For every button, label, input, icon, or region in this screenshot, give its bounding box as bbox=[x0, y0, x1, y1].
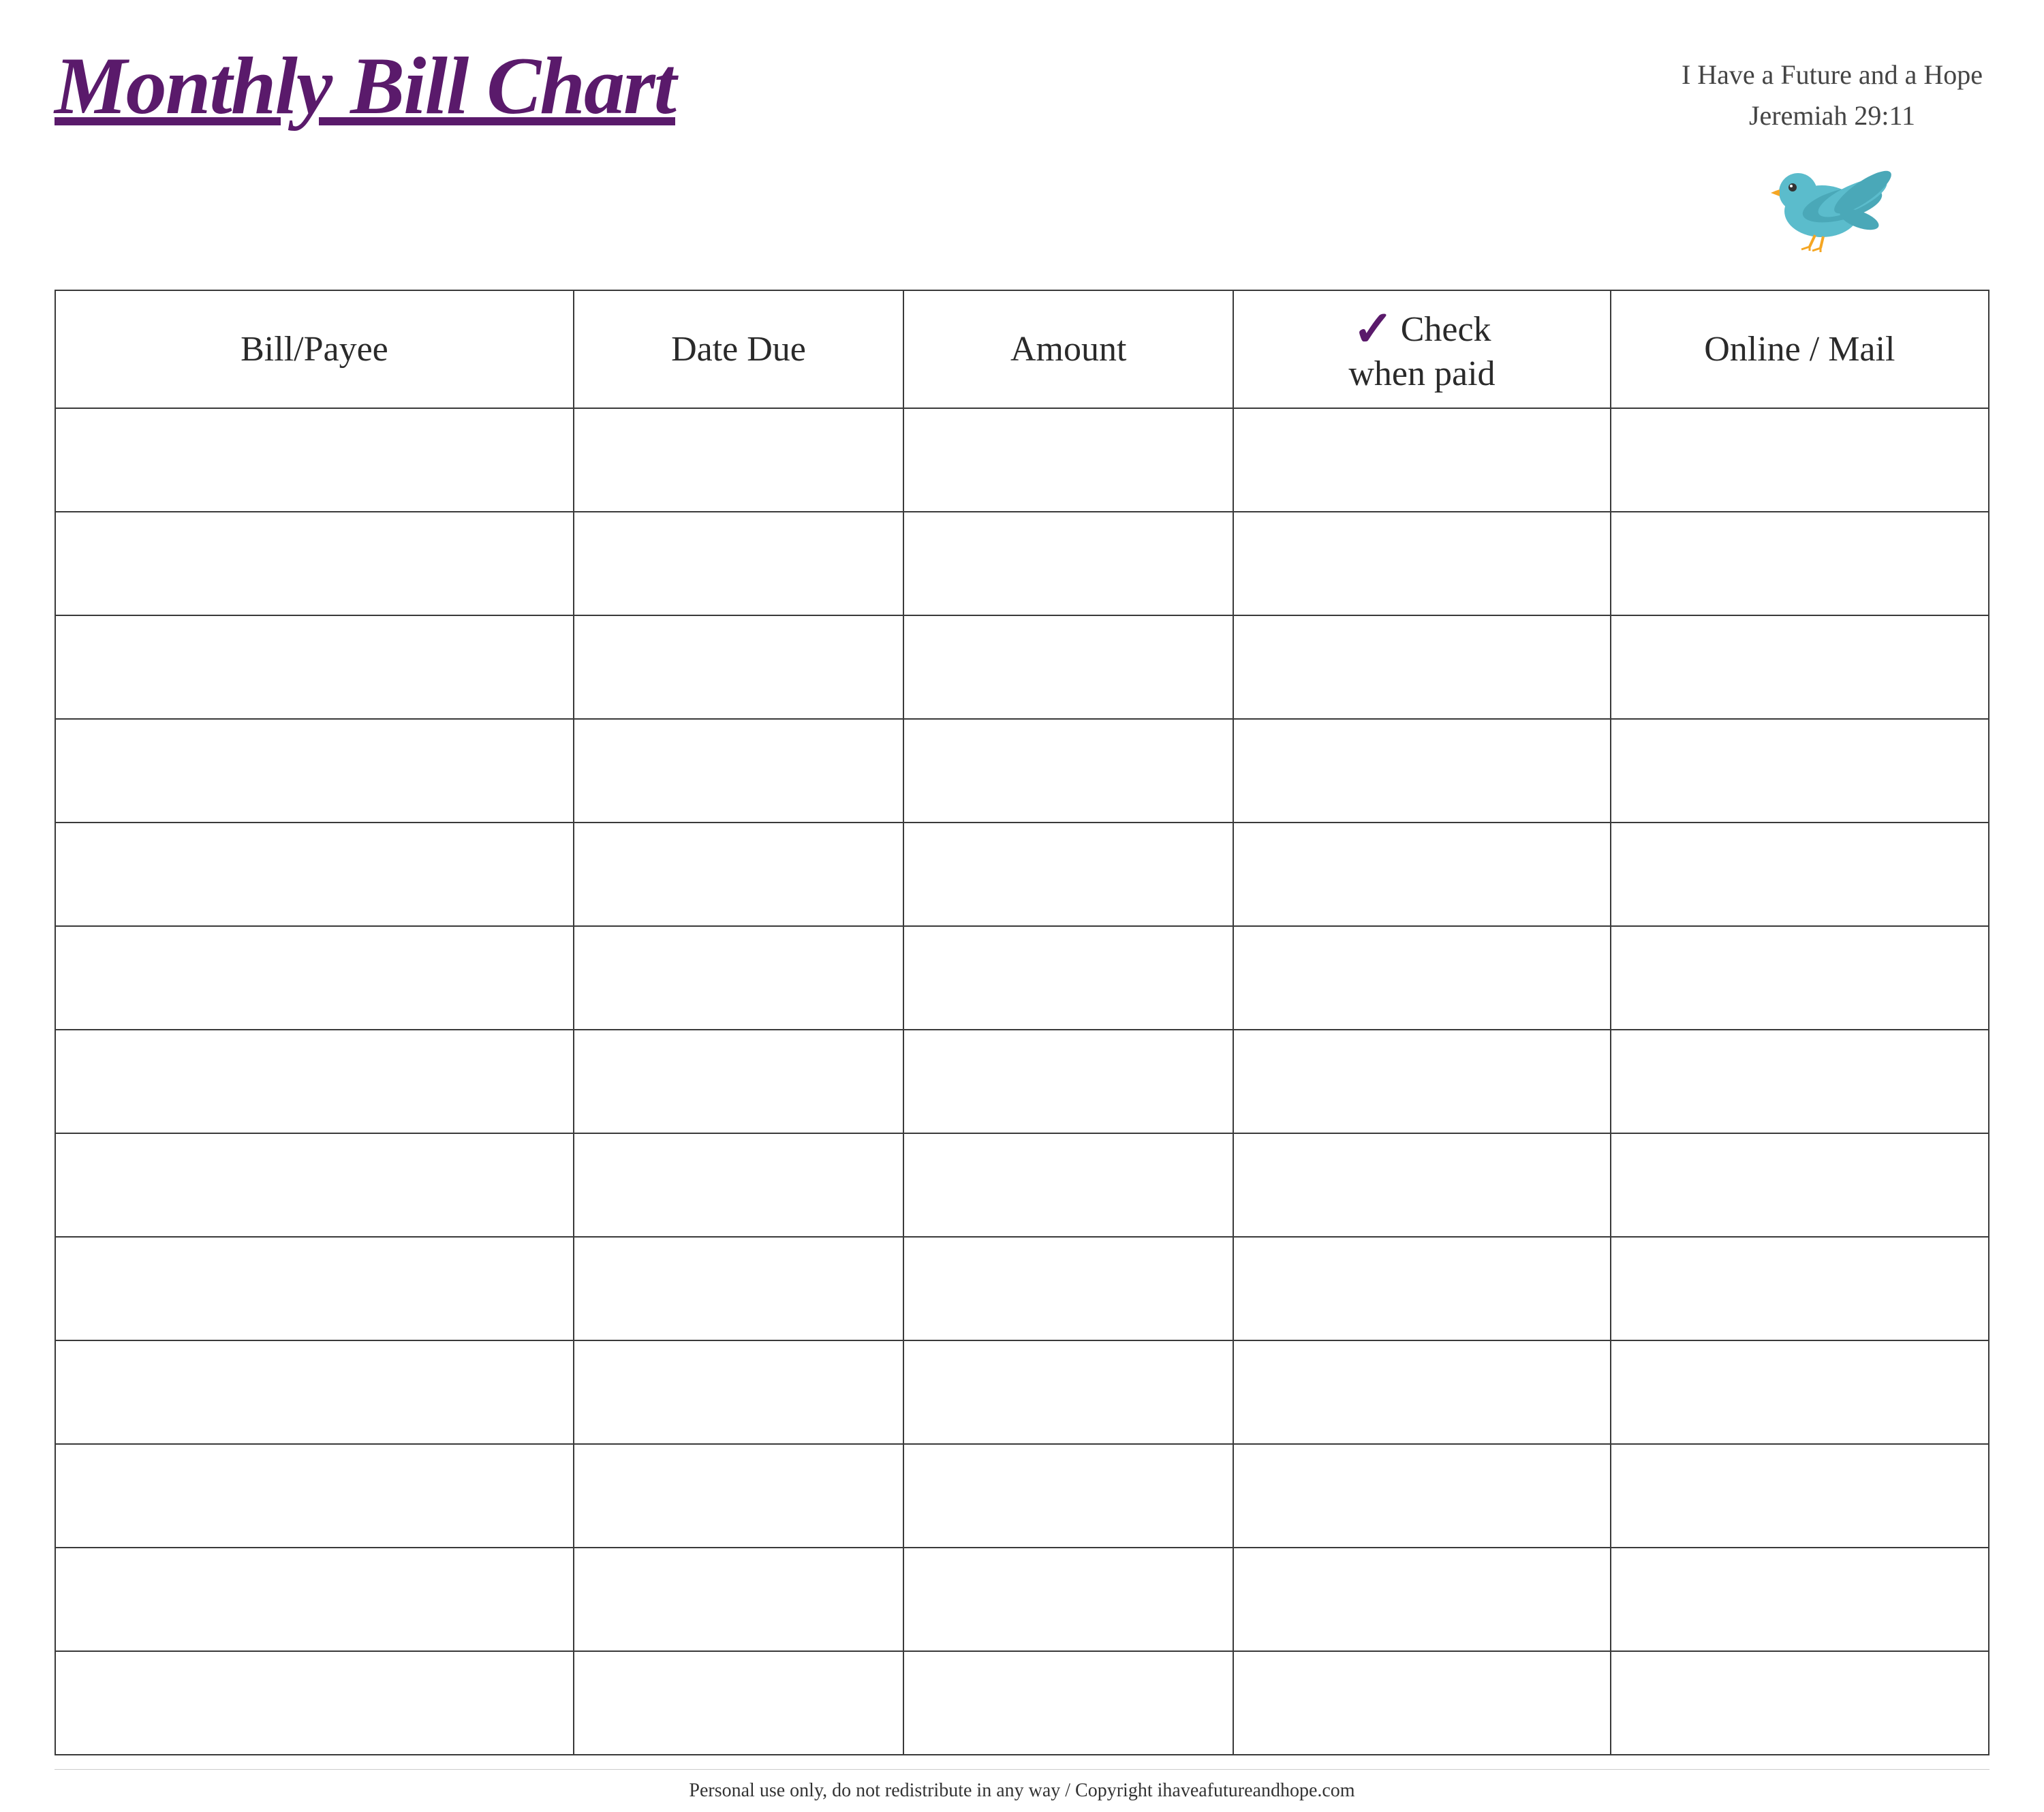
checkmark-icon: ✓ bbox=[1352, 305, 1393, 354]
cell-online-mail[interactable] bbox=[1611, 1445, 1988, 1547]
cell-online-mail[interactable] bbox=[1611, 927, 1988, 1029]
cell-date-due[interactable] bbox=[574, 1341, 904, 1443]
cell-amount[interactable] bbox=[904, 1134, 1234, 1236]
cell-date-due[interactable] bbox=[574, 512, 904, 615]
cell-amount[interactable] bbox=[904, 720, 1234, 822]
cell-check[interactable] bbox=[1234, 1238, 1611, 1340]
cell-check[interactable] bbox=[1234, 512, 1611, 615]
table-row bbox=[56, 1341, 1988, 1445]
cell-bill-payee[interactable] bbox=[56, 1030, 574, 1133]
table-row bbox=[56, 409, 1988, 512]
cell-bill-payee[interactable] bbox=[56, 409, 574, 511]
page: Monthly Bill Chart I Have a Future and a… bbox=[0, 0, 2044, 1636]
cell-amount[interactable] bbox=[904, 927, 1234, 1029]
bird-svg bbox=[1761, 143, 1910, 252]
col-header-online-mail: Online / Mail bbox=[1611, 291, 1988, 408]
cell-check[interactable] bbox=[1234, 1445, 1611, 1547]
cell-online-mail[interactable] bbox=[1611, 720, 1988, 822]
cell-date-due[interactable] bbox=[574, 616, 904, 718]
table-row bbox=[56, 823, 1988, 927]
cell-amount[interactable] bbox=[904, 823, 1234, 925]
cell-date-due[interactable] bbox=[574, 1134, 904, 1236]
table-row bbox=[56, 1030, 1988, 1134]
check-label-bottom: when paid bbox=[1348, 354, 1495, 394]
main-title: Monthly Bill Chart bbox=[55, 41, 675, 131]
table-header-row: Bill/Payee Date Due Amount ✓ Check when … bbox=[56, 291, 1988, 409]
cell-online-mail[interactable] bbox=[1611, 1341, 1988, 1443]
cell-online-mail[interactable] bbox=[1611, 512, 1988, 615]
cell-date-due[interactable] bbox=[574, 1445, 904, 1547]
cell-online-mail[interactable] bbox=[1611, 1134, 1988, 1236]
col-header-amount: Amount bbox=[904, 291, 1234, 408]
cell-online-mail[interactable] bbox=[1611, 1652, 1988, 1754]
title-area: Monthly Bill Chart bbox=[55, 41, 675, 131]
bill-chart-table: Bill/Payee Date Due Amount ✓ Check when … bbox=[55, 290, 1989, 1755]
cell-bill-payee[interactable] bbox=[56, 1652, 574, 1754]
table-row bbox=[56, 1238, 1988, 1341]
header-right: I Have a Future and a Hope Jeremiah 29:1… bbox=[1682, 41, 1989, 256]
header: Monthly Bill Chart I Have a Future and a… bbox=[55, 41, 1989, 269]
cell-amount[interactable] bbox=[904, 1445, 1234, 1547]
cell-amount[interactable] bbox=[904, 409, 1234, 511]
bird-illustration bbox=[1761, 143, 1910, 256]
table-row bbox=[56, 1548, 1988, 1652]
table-row bbox=[56, 1652, 1988, 1754]
table-row bbox=[56, 1445, 1988, 1548]
col-header-check-when-paid: ✓ Check when paid bbox=[1234, 291, 1611, 408]
scripture-line1: I Have a Future and a Hope bbox=[1682, 59, 1983, 90]
cell-date-due[interactable] bbox=[574, 927, 904, 1029]
cell-bill-payee[interactable] bbox=[56, 1341, 574, 1443]
cell-check[interactable] bbox=[1234, 823, 1611, 925]
scripture-text: I Have a Future and a Hope Jeremiah 29:1… bbox=[1682, 55, 1983, 136]
cell-date-due[interactable] bbox=[574, 409, 904, 511]
cell-check[interactable] bbox=[1234, 616, 1611, 718]
cell-date-due[interactable] bbox=[574, 1238, 904, 1340]
cell-check[interactable] bbox=[1234, 720, 1611, 822]
table-row bbox=[56, 616, 1988, 720]
cell-date-due[interactable] bbox=[574, 823, 904, 925]
cell-amount[interactable] bbox=[904, 616, 1234, 718]
cell-date-due[interactable] bbox=[574, 1652, 904, 1754]
cell-amount[interactable] bbox=[904, 1652, 1234, 1754]
cell-date-due[interactable] bbox=[574, 1030, 904, 1133]
footer-text: Personal use only, do not redistribute i… bbox=[689, 1780, 1354, 1801]
cell-check[interactable] bbox=[1234, 927, 1611, 1029]
cell-check[interactable] bbox=[1234, 409, 1611, 511]
check-mark-row: ✓ Check bbox=[1352, 305, 1491, 354]
table-row bbox=[56, 720, 1988, 823]
cell-bill-payee[interactable] bbox=[56, 616, 574, 718]
cell-amount[interactable] bbox=[904, 512, 1234, 615]
cell-date-due[interactable] bbox=[574, 720, 904, 822]
cell-amount[interactable] bbox=[904, 1030, 1234, 1133]
cell-bill-payee[interactable] bbox=[56, 1445, 574, 1547]
scripture-line2: Jeremiah 29:11 bbox=[1749, 100, 1915, 131]
cell-online-mail[interactable] bbox=[1611, 616, 1988, 718]
cell-online-mail[interactable] bbox=[1611, 823, 1988, 925]
cell-online-mail[interactable] bbox=[1611, 409, 1988, 511]
cell-check[interactable] bbox=[1234, 1341, 1611, 1443]
check-label-top: Check bbox=[1401, 309, 1491, 350]
cell-amount[interactable] bbox=[904, 1238, 1234, 1340]
cell-check[interactable] bbox=[1234, 1030, 1611, 1133]
table-row bbox=[56, 1134, 1988, 1238]
cell-amount[interactable] bbox=[904, 1341, 1234, 1443]
data-rows bbox=[56, 409, 1988, 1754]
table-row bbox=[56, 512, 1988, 616]
cell-check[interactable] bbox=[1234, 1652, 1611, 1754]
cell-bill-payee[interactable] bbox=[56, 823, 574, 925]
cell-bill-payee[interactable] bbox=[56, 720, 574, 822]
cell-check[interactable] bbox=[1234, 1134, 1611, 1236]
table-row bbox=[56, 927, 1988, 1030]
col-header-bill-payee: Bill/Payee bbox=[56, 291, 574, 408]
cell-online-mail[interactable] bbox=[1611, 1030, 1988, 1133]
cell-bill-payee[interactable] bbox=[56, 512, 574, 615]
cell-online-mail[interactable] bbox=[1611, 1238, 1988, 1340]
cell-bill-payee[interactable] bbox=[56, 927, 574, 1029]
cell-bill-payee[interactable] bbox=[56, 1238, 574, 1340]
footer: Personal use only, do not redistribute i… bbox=[55, 1769, 1989, 1812]
cell-bill-payee[interactable] bbox=[56, 1134, 574, 1236]
col-header-date-due: Date Due bbox=[574, 291, 904, 408]
